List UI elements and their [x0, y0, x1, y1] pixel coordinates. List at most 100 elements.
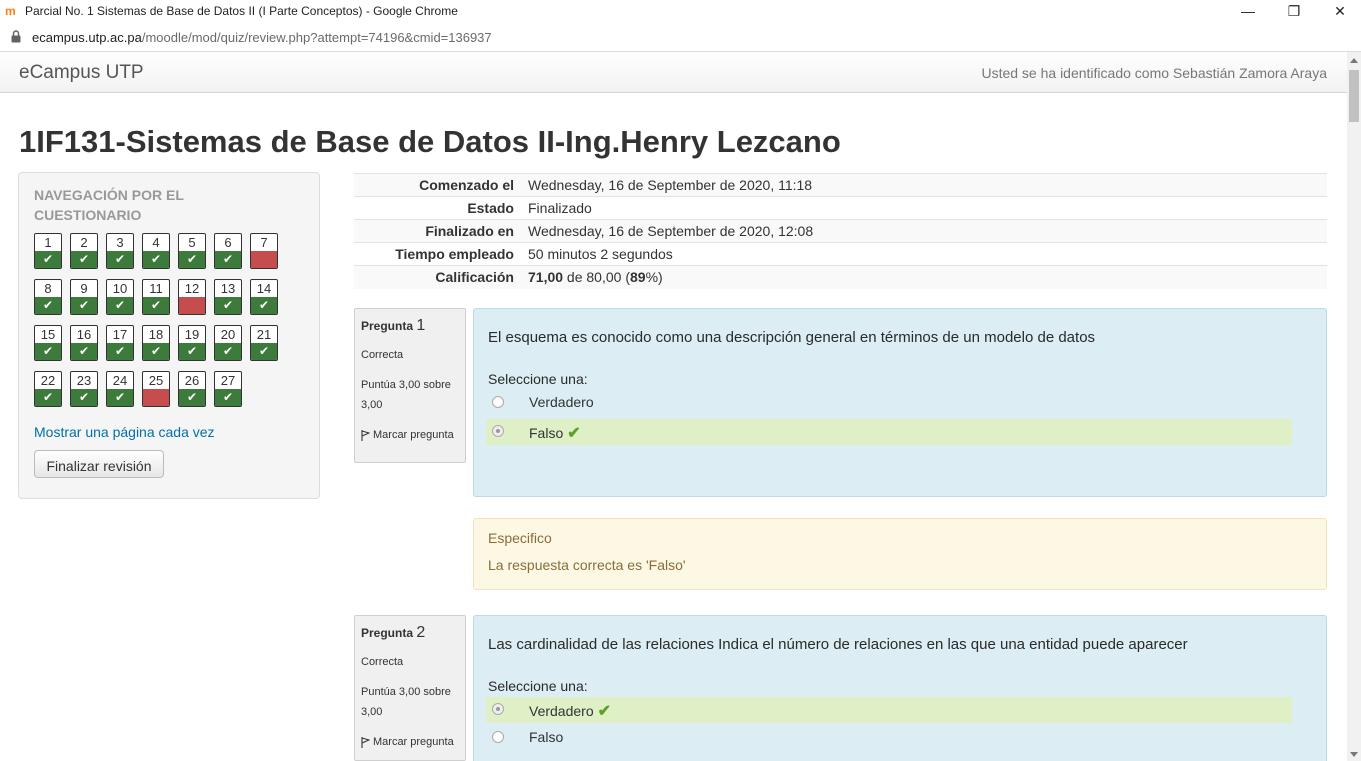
answer-option-verdadero[interactable]: Verdadero ✔: [486, 697, 1292, 723]
question-nav-number: 14: [256, 281, 272, 296]
question-nav-number: 10: [112, 281, 128, 296]
question-nav-button[interactable]: 20 ✔: [214, 325, 242, 361]
question-nav-button[interactable]: 24 ✔: [106, 371, 134, 407]
flag-icon: [361, 429, 370, 441]
grade-percent: 89: [629, 269, 646, 286]
check-icon: ✔: [35, 251, 61, 268]
question-nav-button[interactable]: 2 ✔: [70, 233, 98, 269]
check-icon: ✔: [143, 297, 169, 314]
question-nav-number: 17: [112, 327, 128, 342]
flag-question-label: Marcar pregunta: [373, 736, 454, 748]
question-nav-button[interactable]: 17 ✔: [106, 325, 134, 361]
question-nav-number: 26: [184, 373, 200, 388]
grade-score: 71,00: [528, 269, 564, 286]
url-text[interactable]: ecampus.utp.ac.pa/moodle/mod/quiz/review…: [32, 30, 492, 45]
incorrect-marker: [251, 251, 277, 268]
close-button[interactable]: ✕: [1317, 0, 1361, 23]
question-nav-button[interactable]: 1 ✔: [34, 233, 62, 269]
show-one-page-link[interactable]: Mostrar una página cada vez: [34, 424, 215, 440]
question-nav-number: 7: [260, 235, 268, 250]
answer-option-verdadero[interactable]: Verdadero: [486, 390, 1292, 416]
check-icon: ✔: [179, 343, 205, 360]
question-text: Las cardinalidad de las relaciones Indic…: [488, 636, 1188, 653]
scroll-thumb[interactable]: [1349, 70, 1359, 122]
summary-row: Tiempo empleado 50 minutos 2 segundos: [354, 242, 1327, 266]
question-nav-number: 20: [220, 327, 236, 342]
minimize-button[interactable]: —: [1225, 0, 1271, 23]
finish-review-button[interactable]: Finalizar revisión: [34, 450, 164, 478]
question-nav-button[interactable]: 26 ✔: [178, 371, 206, 407]
question-nav-button[interactable]: 27 ✔: [214, 371, 242, 407]
scroll-down-icon[interactable]: [1350, 752, 1358, 757]
answer-option-falso[interactable]: Falso: [486, 725, 1292, 751]
question-nav-button[interactable]: 5 ✔: [178, 233, 206, 269]
question-prefix: Pregunta: [361, 626, 417, 640]
question-content-1: El esquema es conocido como una descripc…: [473, 308, 1327, 497]
flag-question-link[interactable]: Marcar pregunta: [361, 732, 459, 752]
question-nav-button[interactable]: 8 ✔: [34, 279, 62, 315]
question-nav-number: 11: [149, 281, 163, 296]
question-number-value: 1: [416, 317, 426, 334]
question-nav-number: 25: [148, 373, 164, 388]
summary-row: Finalizado en Wednesday, 16 de September…: [354, 219, 1327, 243]
page-scrollbar[interactable]: [1347, 52, 1361, 761]
flag-question-link[interactable]: Marcar pregunta: [361, 425, 459, 445]
question-nav-button[interactable]: 16 ✔: [70, 325, 98, 361]
question-nav-number: 6: [224, 235, 232, 250]
answer-option-falso[interactable]: Falso ✔: [486, 419, 1292, 445]
scroll-up-icon[interactable]: [1350, 58, 1358, 63]
question-nav-number: 18: [148, 327, 164, 342]
question-status: Correcta: [361, 656, 404, 668]
answer-label-wrap: Verdadero ✔: [529, 701, 611, 721]
question-info-2: Pregunta 2 Correcta Puntúa 3,00 sobre 3,…: [354, 615, 466, 761]
question-status: Correcta: [361, 349, 404, 361]
summary-row-grade: Calificación 71,00 de 80,00 (89%): [354, 265, 1327, 289]
radio-button-selected[interactable]: [492, 703, 504, 715]
question-nav-button[interactable]: 6 ✔: [214, 233, 242, 269]
question-nav-button[interactable]: 21 ✔: [250, 325, 278, 361]
check-icon: ✔: [71, 389, 97, 406]
question-nav-number: 2: [80, 235, 88, 250]
question-nav-button[interactable]: 12: [178, 279, 206, 315]
question-nav-button[interactable]: 7: [250, 233, 278, 269]
question-nav-button[interactable]: 13 ✔: [214, 279, 242, 315]
question-nav-button[interactable]: 25: [142, 371, 170, 407]
login-info: Usted se ha identificado como Sebastián …: [981, 65, 1327, 81]
question-nav-button[interactable]: 19 ✔: [178, 325, 206, 361]
question-number: Pregunta 2: [361, 624, 459, 642]
radio-button[interactable]: [492, 396, 504, 408]
question-nav-button[interactable]: 9 ✔: [70, 279, 98, 315]
summary-label: Tiempo empleado: [395, 246, 514, 262]
check-icon: ✔: [71, 297, 97, 314]
grade-end: %): [645, 269, 663, 286]
check-icon: ✔: [107, 251, 133, 268]
question-nav-number: 4: [152, 235, 160, 250]
question-nav-button[interactable]: 11 ✔: [142, 279, 170, 315]
question-nav-number: 24: [112, 373, 128, 388]
question-nav-button[interactable]: 14 ✔: [250, 279, 278, 315]
question-nav-button[interactable]: 23 ✔: [70, 371, 98, 407]
question-nav-button[interactable]: 22 ✔: [34, 371, 62, 407]
question-nav-button[interactable]: 10 ✔: [106, 279, 134, 315]
address-bar[interactable]: ecampus.utp.ac.pa/moodle/mod/quiz/review…: [0, 23, 1361, 52]
check-icon: ✔: [107, 389, 133, 406]
check-icon: ✔: [71, 343, 97, 360]
question-nav-number: 21: [256, 327, 272, 342]
answer-prompt: Seleccione una:: [488, 678, 588, 694]
site-brand[interactable]: eCampus UTP: [19, 62, 144, 84]
check-icon: ✔: [215, 297, 241, 314]
question-nav-button[interactable]: 3 ✔: [106, 233, 134, 269]
question-nav-button[interactable]: 18 ✔: [142, 325, 170, 361]
grade-value: 71,00 de 80,00 (89%): [520, 266, 1327, 289]
radio-button-selected[interactable]: [492, 425, 504, 437]
question-nav-number: 27: [220, 373, 236, 388]
restore-button[interactable]: ❐: [1271, 0, 1317, 23]
url-host: ecampus.utp.ac.pa: [32, 30, 142, 45]
check-icon: ✔: [35, 343, 61, 360]
moodle-icon: m: [5, 4, 16, 18]
radio-button[interactable]: [492, 731, 504, 743]
question-nav-button[interactable]: 15 ✔: [34, 325, 62, 361]
summary-value: Wednesday, 16 de September de 2020, 12:0…: [528, 223, 814, 239]
feedback-title: Especifico: [488, 530, 552, 546]
question-nav-button[interactable]: 4 ✔: [142, 233, 170, 269]
